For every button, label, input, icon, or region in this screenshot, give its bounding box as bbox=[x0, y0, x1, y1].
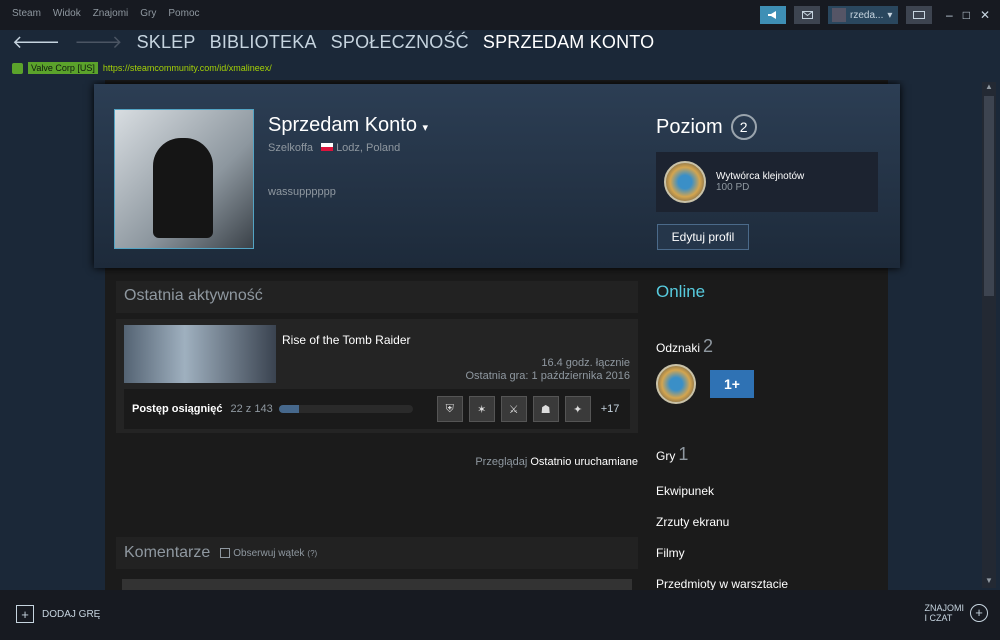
nav-profile[interactable]: SPRZEDAM KONTO bbox=[483, 32, 655, 53]
title-bar: Steam Widok Znajomi Gry Pomoc rzeda... ▾… bbox=[0, 0, 1000, 30]
game-playtime: 16.4 godz. łącznie Ostatnia gra: 1 paźdz… bbox=[465, 357, 631, 382]
games-link[interactable]: Gry 1 bbox=[656, 444, 688, 465]
menu-znajomi[interactable]: Znajomi bbox=[93, 8, 129, 19]
inventory-link[interactable]: Ekwipunek bbox=[656, 484, 714, 498]
megaphone-icon bbox=[768, 11, 776, 19]
minimize-button[interactable]: – bbox=[946, 8, 953, 22]
nav-store[interactable]: SKLEP bbox=[137, 32, 196, 53]
chevron-down-icon: ▾ bbox=[887, 9, 893, 21]
gem-badge-icon bbox=[664, 161, 706, 203]
steam-window: Steam Widok Znajomi Gry Pomoc rzeda... ▾… bbox=[0, 0, 1000, 640]
notifications-button[interactable] bbox=[794, 6, 820, 24]
level-circle: 2 bbox=[730, 114, 757, 140]
menu-pomoc[interactable]: Pomoc bbox=[168, 8, 199, 19]
comment-input[interactable] bbox=[122, 579, 632, 590]
more-achievements[interactable]: +17 bbox=[601, 403, 620, 415]
badge-list: 1+ bbox=[656, 364, 754, 404]
achievement-count: 22 z 143 bbox=[230, 403, 273, 415]
title-bar-controls: rzeda... ▾ – □ ✕ bbox=[760, 6, 990, 24]
back-arrow-icon[interactable]: 🡐 bbox=[12, 32, 60, 53]
browse-recent: Przeglądaj Ostatnio uruchamiane bbox=[475, 456, 638, 468]
scroll-up-icon[interactable]: ▲ bbox=[982, 82, 996, 94]
location: Lodz, Poland bbox=[321, 142, 400, 154]
achievement-icon[interactable]: ☗ bbox=[532, 396, 559, 422]
edit-profile-button[interactable]: Edytuj profil bbox=[657, 224, 749, 250]
featured-badge[interactable]: Wytwórca klejnotów 100 PD bbox=[656, 152, 878, 212]
videos-link[interactable]: Filmy bbox=[656, 546, 685, 560]
add-game-button[interactable]: + DODAJ GRĘ bbox=[16, 605, 100, 623]
profile-subtitle: Szelkoffa Lodz, Poland bbox=[268, 142, 400, 154]
menu-bar: Steam Widok Znajomi Gry Pomoc bbox=[12, 8, 200, 19]
user-avatar bbox=[832, 8, 846, 22]
plus-icon: + bbox=[16, 605, 34, 623]
achievement-progress[interactable]: Postęp osiągnięć 22 z 143 ⛨ ✶ ⚔ ☗ ✦ +17 bbox=[124, 389, 630, 429]
scrollbar-thumb[interactable] bbox=[984, 96, 994, 296]
avatar-figure bbox=[153, 138, 213, 238]
recent-activity: Ostatnia aktywność Rise of the Tomb Raid… bbox=[116, 281, 638, 433]
profile-sidebar: Online Odznaki 2 1+ Gry 1 Ekwipunek Zrzuty… bbox=[656, 282, 876, 590]
achievement-icon[interactable]: ⚔ bbox=[500, 396, 527, 422]
window-controls: – □ ✕ bbox=[946, 8, 990, 22]
game-name[interactable]: Rise of the Tomb Raider bbox=[282, 333, 411, 347]
achievement-icon[interactable]: ✦ bbox=[564, 396, 591, 422]
achievement-icon[interactable]: ⛨ bbox=[436, 396, 463, 422]
plus-icon: + bbox=[970, 604, 988, 622]
forward-arrow-icon[interactable]: 🡒 bbox=[74, 32, 122, 53]
comments-title: Komentarze bbox=[124, 544, 211, 561]
level-label: Poziom bbox=[656, 115, 723, 138]
real-name: Szelkoffa bbox=[268, 142, 314, 154]
bottom-bar: + DODAJ GRĘ ZNAJOMI I CZAT + bbox=[0, 590, 1000, 640]
workshop-link[interactable]: Przedmioty w warsztacie bbox=[656, 577, 788, 590]
scrollbar[interactable]: ▲ ▼ bbox=[982, 82, 996, 588]
page-content: Sprzedam Konto ▾ Szelkoffa Lodz, Poland … bbox=[0, 80, 1000, 590]
watch-thread-checkbox[interactable]: Obserwuj wątek (?) bbox=[220, 548, 317, 559]
profile-level: Poziom 2 bbox=[656, 114, 757, 140]
badge-xp: 100 PD bbox=[716, 182, 750, 193]
friends-chat-button[interactable]: ZNAJOMI I CZAT + bbox=[925, 603, 988, 623]
online-status: Online bbox=[656, 282, 706, 301]
gem-badge-icon[interactable] bbox=[656, 364, 696, 404]
close-button[interactable]: ✕ bbox=[980, 8, 990, 22]
main-nav: 🡐 🡒 SKLEP BIBLIOTEKA SPOŁECZNOŚĆ SPRZEDA… bbox=[12, 32, 654, 53]
chevron-down-icon: ▾ bbox=[422, 122, 429, 134]
game-capsule-image[interactable] bbox=[124, 325, 276, 383]
recently-played-link[interactable]: Ostatnio uruchamiane bbox=[530, 456, 638, 468]
maximize-button[interactable]: □ bbox=[963, 8, 970, 22]
announcement-button[interactable] bbox=[760, 6, 786, 24]
page-url[interactable]: https://steamcommunity.com/id/xmalineex/ bbox=[103, 63, 272, 73]
profile-name[interactable]: Sprzedam Konto ▾ bbox=[268, 114, 428, 137]
achievement-icon[interactable]: ✶ bbox=[468, 396, 495, 422]
user-name: rzeda... bbox=[850, 9, 884, 21]
badge-title: Wytwórca klejnotów bbox=[716, 171, 805, 182]
nav-community[interactable]: SPOŁECZNOŚĆ bbox=[331, 32, 469, 53]
url-bar: Valve Corp [US] https://steamcommunity.c… bbox=[12, 62, 272, 74]
achievement-label: Postęp osiągnięć bbox=[132, 403, 223, 415]
profile-avatar bbox=[114, 109, 254, 249]
profile-summary: wassupppppp bbox=[268, 186, 336, 198]
poland-flag-icon bbox=[321, 143, 334, 151]
envelope-icon bbox=[801, 11, 813, 19]
checkbox-icon bbox=[220, 548, 231, 558]
screenshots-link[interactable]: Zrzuty ekranu bbox=[656, 515, 729, 529]
scroll-down-icon[interactable]: ▼ bbox=[982, 576, 996, 588]
recent-activity-title: Ostatnia aktywność bbox=[116, 281, 638, 313]
certificate-badge: Valve Corp [US] bbox=[28, 62, 98, 74]
comments-header: Komentarze Obserwuj wątek (?) bbox=[116, 537, 638, 569]
menu-steam[interactable]: Steam bbox=[12, 8, 41, 19]
big-picture-button[interactable] bbox=[906, 6, 932, 24]
nav-library[interactable]: BIBLIOTEKA bbox=[210, 32, 317, 53]
one-plus-badge[interactable]: 1+ bbox=[710, 370, 754, 398]
achievement-progress-bar bbox=[278, 405, 413, 413]
menu-widok[interactable]: Widok bbox=[53, 8, 81, 19]
menu-gry[interactable]: Gry bbox=[140, 8, 156, 19]
user-menu[interactable]: rzeda... ▾ bbox=[828, 6, 898, 24]
badges-link[interactable]: Odznaki 2 bbox=[656, 336, 713, 357]
recent-game-card: Rise of the Tomb Raider 16.4 godz. łączn… bbox=[116, 319, 638, 433]
monitor-icon bbox=[913, 10, 925, 19]
lock-icon bbox=[12, 62, 23, 74]
profile-header: Sprzedam Konto ▾ Szelkoffa Lodz, Poland … bbox=[94, 84, 900, 268]
help-link[interactable]: (?) bbox=[307, 549, 317, 558]
